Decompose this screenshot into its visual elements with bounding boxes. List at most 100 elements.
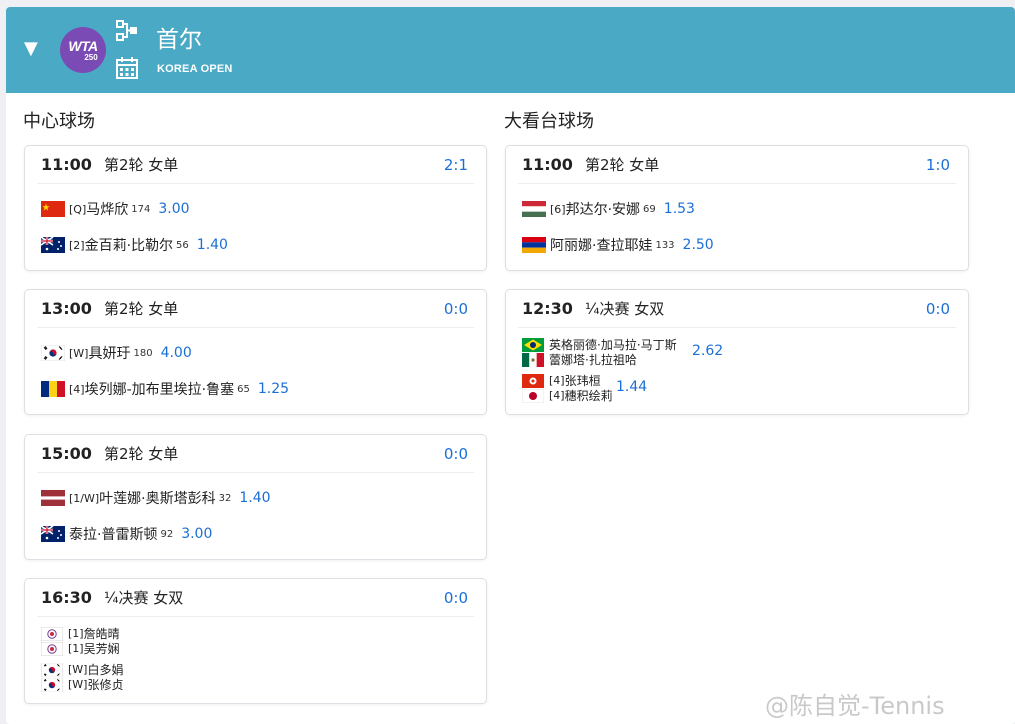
player-odds[interactable]: 1.40: [239, 490, 270, 506]
doubles-pair[interactable]: [4] 张玮桓 [4] 穗积绘莉: [522, 373, 613, 403]
player-odds[interactable]: 1.40: [197, 237, 228, 253]
player-name[interactable]: 阿丽娜·查拉耶娃: [550, 235, 652, 255]
tournament-subtitle: KOREA OPEN: [157, 63, 233, 75]
match-card[interactable]: 12:30 ¼决赛 女双 0:0 英格丽德·加马拉·马丁斯 蕾娜塔·扎拉祖哈 2…: [505, 289, 969, 415]
player-name[interactable]: 金百莉·比勒尔: [85, 235, 173, 255]
match-header: 13:00 第2轮 女单 0:0: [37, 290, 474, 328]
watermark-text: @陈自觉-Tennis: [765, 692, 945, 720]
match-score[interactable]: 0:0: [444, 300, 468, 318]
player-row[interactable]: [W] 具妍玗 180 4.00: [41, 343, 192, 363]
player-name[interactable]: 埃列娜-加布里埃拉·鲁塞: [85, 379, 235, 399]
player-odds[interactable]: 3.00: [181, 526, 212, 542]
match-round: 第2轮 女单: [103, 300, 179, 318]
match-score[interactable]: 0:0: [444, 589, 468, 607]
armenia-flag-icon: [522, 237, 546, 253]
court-title-center: 中心球场: [23, 111, 95, 132]
player-odds[interactable]: 3.00: [158, 201, 189, 217]
player-rank: 180: [133, 347, 153, 359]
court-title-grandstand: 大看台球场: [504, 111, 594, 132]
match-round: 第2轮 女单: [103, 445, 179, 463]
calendar-icon[interactable]: [116, 57, 138, 79]
match-card[interactable]: 15:00 第2轮 女单 0:0 [1/W] 叶莲娜·奥斯塔彭科 32 1.40…: [24, 434, 487, 560]
wta-250-logo: WTA 250: [60, 27, 106, 73]
doubles-pair[interactable]: [W] 白多娟 [W] 张修贞: [41, 662, 123, 692]
player-name[interactable]: 叶莲娜·奥斯塔彭科: [99, 488, 215, 508]
pair-player: 蕾娜塔·扎拉祖哈: [522, 352, 677, 367]
japan-flag-icon: [522, 388, 544, 403]
weibo-watermark: @陈自觉-Tennis: [765, 686, 945, 721]
player-seed: [4]: [549, 374, 565, 387]
korea-flag-icon: [41, 345, 65, 361]
pair-player: [W] 白多娟: [41, 662, 123, 677]
player-seed: [W]: [68, 678, 88, 691]
match-time: 12:30: [522, 299, 573, 318]
match-time: 13:00: [41, 299, 92, 318]
draw-bracket-icon[interactable]: [116, 20, 138, 42]
player-seed: [4]: [549, 389, 565, 402]
triangle-down-icon[interactable]: ▼: [24, 40, 38, 58]
match-score[interactable]: 2:1: [444, 156, 468, 174]
australia-flag-icon: [41, 237, 65, 253]
player-seed: [W]: [68, 663, 88, 676]
match-score[interactable]: 1:0: [926, 156, 950, 174]
player-row[interactable]: [1/W] 叶莲娜·奥斯塔彭科 32 1.40: [41, 488, 271, 508]
korea-flag-icon: [41, 662, 63, 677]
player-row[interactable]: [6] 邦达尔·安娜 69 1.53: [522, 199, 695, 219]
pair-player: [1] 吴芳娴: [41, 641, 120, 656]
player-odds[interactable]: 4.00: [161, 345, 192, 361]
australia-flag-icon: [41, 526, 65, 542]
player-odds[interactable]: 1.25: [258, 381, 289, 397]
player-row[interactable]: [Q] 马烨欣 174 3.00: [41, 199, 190, 219]
match-time: 16:30: [41, 588, 92, 607]
match-header: 12:30 ¼决赛 女双 0:0: [518, 290, 956, 328]
match-round: ¼决赛 女双: [584, 300, 665, 318]
player-rank: 32: [218, 492, 232, 504]
player-name[interactable]: 吴芳娴: [84, 640, 120, 657]
player-seed: [Q]: [69, 202, 87, 216]
player-row[interactable]: [4] 埃列娜-加布里埃拉·鲁塞 65 1.25: [41, 379, 289, 399]
match-header: 11:00 第2轮 女单 1:0: [518, 146, 956, 184]
hungary-flag-icon: [522, 201, 546, 217]
player-row[interactable]: 泰拉·普雷斯顿 92 3.00: [41, 524, 212, 544]
pair-odds[interactable]: 1.44: [616, 379, 647, 395]
player-name[interactable]: 邦达尔·安娜: [566, 199, 640, 219]
player-odds[interactable]: 1.53: [664, 201, 695, 217]
wta-logo-text: WTA: [68, 37, 98, 54]
player-rank: 56: [176, 239, 189, 251]
match-header: 15:00 第2轮 女单 0:0: [37, 435, 474, 473]
match-header: 16:30 ¼决赛 女双 0:0: [37, 579, 474, 617]
player-name[interactable]: 蕾娜塔·扎拉祖哈: [549, 351, 637, 368]
match-score[interactable]: 0:0: [444, 445, 468, 463]
hong-kong-flag-icon: [522, 373, 544, 388]
doubles-pair[interactable]: 英格丽德·加马拉·马丁斯 蕾娜塔·扎拉祖哈: [522, 337, 677, 367]
player-rank: 133: [655, 239, 675, 251]
player-row[interactable]: 阿丽娜·查拉耶娃 133 2.50: [522, 235, 714, 255]
match-card[interactable]: 16:30 ¼决赛 女双 0:0 [1] 詹皓晴 [1] 吴芳娴 [W] 白多娟: [24, 578, 487, 704]
romania-flag-icon: [41, 381, 65, 397]
chinese-taipei-flag-icon: [41, 626, 63, 641]
player-odds[interactable]: 2.50: [683, 237, 714, 253]
player-rank: 174: [131, 203, 151, 215]
pair-player: [4] 张玮桓: [522, 373, 613, 388]
player-seed: [1]: [68, 642, 84, 655]
player-name[interactable]: 马烨欣: [86, 199, 128, 219]
match-card[interactable]: 11:00 第2轮 女单 2:1 [Q] 马烨欣 174 3.00 [2] 金百…: [24, 145, 487, 271]
player-name[interactable]: 具妍玗: [88, 343, 130, 363]
player-seed: [4]: [69, 382, 85, 396]
tournament-header[interactable]: ▼ WTA 250 首尔 KOREA OPEN: [6, 7, 1015, 93]
player-name[interactable]: 张修贞: [87, 676, 123, 693]
player-name[interactable]: 穗积绘莉: [565, 387, 613, 404]
player-seed: [2]: [69, 238, 85, 252]
doubles-pair[interactable]: [1] 詹皓晴 [1] 吴芳娴: [41, 626, 120, 656]
match-card[interactable]: 11:00 第2轮 女单 1:0 [6] 邦达尔·安娜 69 1.53 阿丽娜·…: [505, 145, 969, 271]
match-score[interactable]: 0:0: [926, 300, 950, 318]
player-rank: 69: [643, 203, 656, 215]
player-row[interactable]: [2] 金百莉·比勒尔 56 1.40: [41, 235, 228, 255]
player-rank: 65: [237, 383, 250, 395]
player-name[interactable]: 泰拉·普雷斯顿: [69, 524, 157, 544]
player-seed: [1]: [68, 627, 84, 640]
pair-odds[interactable]: 2.62: [692, 343, 723, 359]
match-card[interactable]: 13:00 第2轮 女单 0:0 [W] 具妍玗 180 4.00 [4] 埃列…: [24, 289, 487, 415]
pair-player: 英格丽德·加马拉·马丁斯: [522, 337, 677, 352]
china-flag-icon: [41, 201, 65, 217]
